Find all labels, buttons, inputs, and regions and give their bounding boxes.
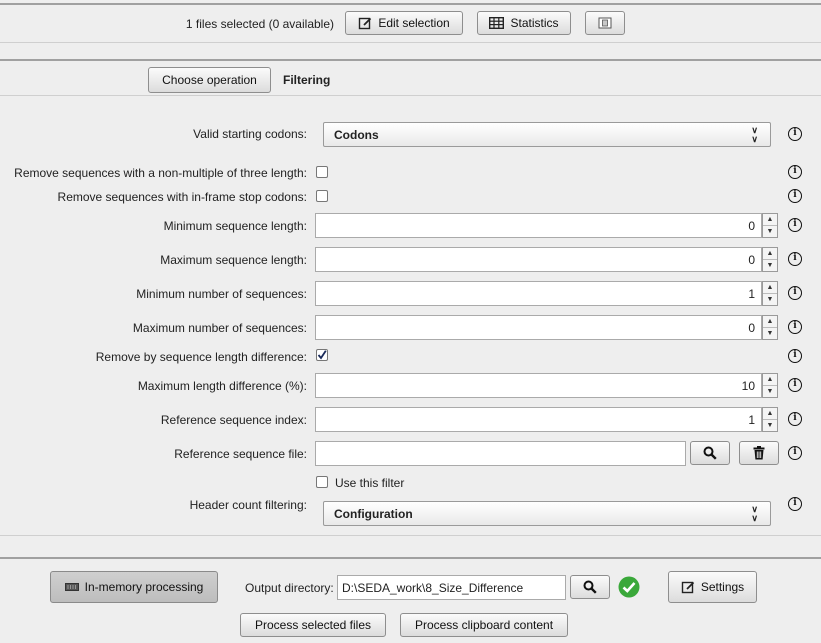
max-length-diff-spinner[interactable]: ▲ ▼ — [762, 373, 778, 398]
checkmark-icon — [317, 350, 327, 360]
statistics-label: Statistics — [510, 16, 559, 30]
search-icon — [583, 580, 597, 594]
max-num-seqs-input[interactable]: 0 — [315, 315, 762, 340]
chevron-down-icon: ∨ ∨ — [751, 503, 758, 523]
max-length-diff-label: Maximum length difference (%): — [137, 379, 307, 393]
info-icon[interactable]: i — [788, 378, 802, 392]
ref-seq-file-label: Reference sequence file: — [174, 447, 307, 461]
header-count-combo[interactable]: Configuration ∨ ∨ — [323, 501, 771, 526]
window-icon — [598, 17, 612, 29]
bottom-thin-divider — [0, 535, 821, 536]
header-count-value: Configuration — [334, 506, 413, 521]
output-dir-input[interactable]: D:\SEDA_work\8_Size_Difference — [337, 575, 566, 600]
spin-up-icon[interactable]: ▲ — [763, 282, 777, 294]
min-num-seqs-label: Minimum number of sequences: — [136, 287, 307, 301]
process-selected-label: Process selected files — [254, 618, 372, 632]
browse-file-button[interactable] — [690, 441, 730, 465]
process-clipboard-button[interactable]: Process clipboard content — [400, 613, 568, 637]
ref-seq-index-label: Reference sequence index: — [160, 413, 307, 427]
settings-label: Settings — [700, 580, 745, 594]
edit-icon — [681, 581, 694, 594]
valid-check-icon — [618, 576, 640, 598]
table-icon — [489, 17, 505, 29]
info-icon[interactable]: i — [788, 349, 802, 363]
choose-operation-button[interactable]: Choose operation — [148, 67, 271, 93]
max-seq-length-spinner[interactable]: ▲ ▼ — [762, 247, 778, 272]
chevron-down-icon: ∨ ∨ — [751, 124, 758, 144]
valid-starting-codons-value: Codons — [334, 127, 379, 142]
remove-non-multiple-label: Remove sequences with a non-multiple of … — [14, 166, 307, 180]
files-status: 1 files selected (0 available) — [185, 17, 334, 31]
max-seq-length-label: Maximum sequence length: — [160, 253, 307, 267]
info-icon[interactable]: i — [788, 165, 802, 179]
min-num-seqs-spinner[interactable]: ▲ ▼ — [762, 281, 778, 306]
max-length-diff-input[interactable]: 10 — [315, 373, 762, 398]
remove-non-multiple-checkbox[interactable] — [316, 166, 328, 178]
spin-down-icon[interactable]: ▼ — [763, 328, 777, 340]
info-icon[interactable]: i — [788, 497, 802, 511]
operation-divider — [0, 59, 821, 61]
min-num-seqs-input[interactable]: 1 — [315, 281, 762, 306]
in-memory-label: In-memory processing — [84, 580, 204, 594]
spin-down-icon[interactable]: ▼ — [763, 226, 777, 238]
spin-up-icon[interactable]: ▲ — [763, 374, 777, 386]
spin-down-icon[interactable]: ▼ — [763, 386, 777, 398]
process-selected-button[interactable]: Process selected files — [240, 613, 386, 637]
spin-down-icon[interactable]: ▼ — [763, 260, 777, 272]
spin-up-icon[interactable]: ▲ — [763, 408, 777, 420]
edit-icon — [359, 17, 372, 30]
bottom-divider — [0, 557, 821, 559]
clear-file-button[interactable] — [739, 441, 779, 465]
remove-by-length-diff-checkbox[interactable] — [316, 349, 328, 361]
ref-seq-file-input[interactable] — [315, 441, 686, 466]
remove-by-length-diff-label: Remove by sequence length difference: — [95, 350, 307, 364]
ref-seq-index-spinner[interactable]: ▲ ▼ — [762, 407, 778, 432]
current-operation-title: Filtering — [283, 73, 331, 87]
header-count-label: Header count filtering: — [189, 498, 307, 512]
remove-stop-codons-label: Remove sequences with in-frame stop codo… — [57, 190, 307, 204]
info-icon[interactable]: i — [788, 189, 802, 203]
top-thin-divider — [0, 42, 821, 43]
search-icon — [703, 446, 717, 460]
choose-operation-label: Choose operation — [162, 73, 257, 87]
ref-seq-index-input[interactable]: 1 — [315, 407, 762, 432]
in-memory-processing-toggle[interactable]: In-memory processing — [50, 571, 218, 603]
statistics-button[interactable]: Statistics — [477, 11, 571, 35]
info-icon[interactable]: i — [788, 127, 802, 141]
output-dir-label: Output directory: — [245, 581, 334, 595]
operation-thin-divider — [0, 95, 821, 96]
use-this-filter-label: Use this filter — [335, 476, 405, 490]
remove-stop-codons-checkbox[interactable] — [316, 190, 328, 202]
spin-up-icon[interactable]: ▲ — [763, 248, 777, 260]
info-icon[interactable]: i — [788, 446, 802, 460]
trash-icon — [753, 446, 765, 460]
info-icon[interactable]: i — [788, 412, 802, 426]
process-clipboard-label: Process clipboard content — [414, 618, 554, 632]
info-icon[interactable]: i — [788, 320, 802, 334]
valid-starting-codons-combo[interactable]: Codons ∨ ∨ — [323, 122, 771, 147]
settings-button[interactable]: Settings — [668, 571, 757, 603]
browse-output-button[interactable] — [570, 575, 610, 599]
max-num-seqs-spinner[interactable]: ▲ ▼ — [762, 315, 778, 340]
valid-starting-codons-label: Valid starting codons: — [193, 127, 307, 141]
extra-options-button[interactable] — [585, 11, 625, 35]
spin-up-icon[interactable]: ▲ — [763, 316, 777, 328]
info-icon[interactable]: i — [788, 252, 802, 266]
max-num-seqs-label: Maximum number of sequences: — [132, 321, 307, 335]
edit-selection-button[interactable]: Edit selection — [345, 11, 463, 35]
info-icon[interactable]: i — [788, 218, 802, 232]
spin-up-icon[interactable]: ▲ — [763, 214, 777, 226]
min-seq-length-spinner[interactable]: ▲ ▼ — [762, 213, 778, 238]
spin-down-icon[interactable]: ▼ — [763, 420, 777, 432]
spin-down-icon[interactable]: ▼ — [763, 294, 777, 306]
top-divider — [0, 3, 821, 5]
max-seq-length-input[interactable]: 0 — [315, 247, 762, 272]
info-icon[interactable]: i — [788, 286, 802, 300]
min-seq-length-input[interactable]: 0 — [315, 213, 762, 238]
min-seq-length-label: Minimum sequence length: — [163, 219, 307, 233]
edit-selection-label: Edit selection — [378, 16, 450, 30]
memory-icon — [64, 583, 79, 591]
use-this-filter-checkbox[interactable] — [316, 476, 328, 488]
